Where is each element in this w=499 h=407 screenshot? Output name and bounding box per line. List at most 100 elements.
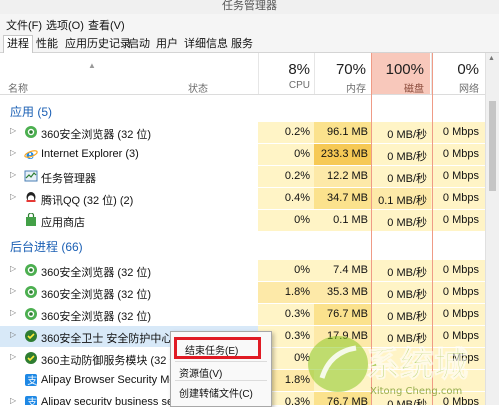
tab-strip: 进程 性能 应用历史记录 启动 用户 详细信息 服务	[0, 34, 499, 53]
table-row[interactable]: ▷ 360安全浏览器 (32 位) 0% 7.4 MB 0 MB/秒 0 Mbp…	[0, 260, 485, 281]
process-name: 360安全浏览器 (32 位)	[41, 289, 152, 301]
disk-value: 0 MB/秒	[387, 151, 427, 163]
net-value: 0 Mbps	[442, 214, 479, 226]
expand-chevron-icon[interactable]: ▷	[10, 396, 16, 405]
cpu-value: 0.4%	[284, 192, 310, 204]
disk-value: 0 MB/秒	[387, 399, 427, 405]
menu-bar: 文件(F) 选项(O) 查看(V)	[0, 14, 499, 34]
360browser-icon	[25, 308, 37, 320]
alipay-icon: 支	[25, 374, 37, 387]
360safe-icon	[25, 352, 37, 364]
cpu-value: 0.2%	[284, 126, 310, 138]
mem-total[interactable]: 70%	[316, 61, 366, 78]
menu-divider	[175, 380, 267, 381]
col-cpu[interactable]: CPU	[260, 80, 310, 91]
expand-chevron-icon[interactable]: ▷	[10, 126, 16, 135]
expand-chevron-icon[interactable]: ▷	[10, 264, 16, 273]
tab-details[interactable]: 详细信息	[180, 35, 232, 52]
expand-chevron-icon[interactable]: ▷	[10, 286, 16, 295]
net-value: 0 Mbps	[442, 170, 479, 182]
table-row[interactable]: 应用商店 0% 0.1 MB 0 MB/秒 0 Mbps	[0, 210, 485, 231]
column-header: ▲ 名称 状态 8% CPU 70% 内存 100% 磁盘 0% 网络	[0, 53, 485, 95]
disk-total[interactable]: 100%	[372, 61, 424, 78]
scroll-up-icon[interactable]: ▲	[488, 55, 495, 62]
table-row[interactable]: ▷ 360安全浏览器 (32 位) 1.8% 35.3 MB 0 MB/秒 0 …	[0, 282, 485, 303]
vertical-scrollbar[interactable]: ▲	[485, 53, 499, 405]
cpu-total[interactable]: 8%	[260, 61, 310, 78]
disk-value: 0 MB/秒	[387, 311, 427, 323]
svg-text:支: 支	[27, 375, 37, 387]
disk-value: 0 MB/秒	[387, 289, 427, 301]
sort-caret-icon: ▲	[88, 61, 96, 70]
table-row[interactable]: ▷ 360安全浏览器 (32 位) 0.3% 76.7 MB 0 MB/秒 0 …	[0, 304, 485, 325]
window-title: 任务管理器	[222, 0, 277, 12]
mem-value: 76.7 MB	[327, 396, 368, 405]
cpu-value: 0%	[294, 214, 310, 226]
net-value: 0 Mbps	[442, 308, 479, 320]
process-name: 360安全浏览器 (32 位)	[41, 129, 152, 141]
net-value: 0 Mbps	[442, 330, 479, 342]
process-name: 360主动防御服务模块 (32 位)	[41, 355, 185, 367]
menu-options[interactable]: 选项(O)	[46, 17, 84, 33]
mem-value: 233.3 MB	[320, 148, 368, 160]
expand-chevron-icon[interactable]: ▷	[10, 170, 16, 179]
mem-value: 0.1 MB	[333, 214, 368, 226]
cpu-value: 0%	[294, 264, 310, 276]
expand-chevron-icon[interactable]: ▷	[10, 308, 16, 317]
tab-users[interactable]: 用户	[152, 35, 182, 52]
menu-end-task[interactable]: 结束任务(E)	[185, 342, 238, 357]
col-status[interactable]: 状态	[188, 80, 208, 95]
net-value: 0 Mbps	[442, 286, 479, 298]
tab-startup[interactable]: 启动	[124, 35, 154, 52]
menu-resource-values[interactable]: 资源值(V)	[179, 365, 222, 380]
expand-chevron-icon[interactable]: ▷	[10, 330, 16, 339]
tab-processes[interactable]: 进程	[3, 35, 33, 53]
360browser-icon	[25, 264, 37, 276]
section-title-background: 后台进程 (66)	[10, 240, 83, 254]
qq-icon	[26, 192, 36, 202]
table-row[interactable]: ▷ 360安全浏览器 (32 位) 0.2% 96.1 MB 0 MB/秒 0 …	[0, 122, 485, 143]
mem-value: 7.4 MB	[333, 264, 368, 276]
process-name: 360安全浏览器 (32 位)	[41, 267, 152, 279]
col-disk[interactable]: 磁盘	[372, 80, 424, 95]
scroll-thumb[interactable]	[489, 101, 496, 191]
net-value: 0 Mbps	[442, 396, 479, 405]
col-net[interactable]: 网络	[431, 80, 479, 95]
360browser-icon	[25, 126, 37, 138]
net-total[interactable]: 0%	[431, 61, 479, 78]
svg-text:e: e	[26, 148, 34, 161]
col-mem[interactable]: 内存	[316, 80, 366, 95]
process-name: 应用商店	[41, 217, 85, 229]
disk-value: 0 MB/秒	[387, 217, 427, 229]
cpu-value: 1.8%	[284, 286, 310, 298]
col-name[interactable]: 名称	[8, 80, 28, 95]
table-row[interactable]: ▷ e Internet Explorer (3) 0% 233.3 MB 0 …	[0, 144, 485, 165]
svg-text:支: 支	[27, 397, 37, 405]
menu-file[interactable]: 文件(F)	[6, 17, 42, 33]
expand-chevron-icon[interactable]: ▷	[10, 148, 16, 157]
disk-value: 0.1 MB/秒	[378, 195, 427, 207]
tab-performance[interactable]: 性能	[32, 35, 62, 52]
disk-value: 0 MB/秒	[387, 333, 427, 345]
net-value: 0 Mbps	[442, 126, 479, 138]
taskmgr-icon	[24, 170, 38, 182]
tab-services[interactable]: 服务	[227, 35, 257, 52]
menu-divider	[175, 361, 267, 362]
360browser-icon	[25, 286, 37, 298]
mem-value: 17.9 MB	[327, 330, 368, 342]
process-name: 腾讯QQ (32 位) (2)	[41, 195, 134, 207]
title-bar: 任务管理器	[0, 0, 499, 15]
cpu-value: 0.3%	[284, 308, 310, 320]
menu-view[interactable]: 查看(V)	[88, 17, 125, 33]
disk-value: 0 MB/秒	[387, 267, 427, 279]
mem-value: 34.7 MB	[327, 192, 368, 204]
mem-value: 35.3 MB	[327, 286, 368, 298]
expand-chevron-icon[interactable]: ▷	[10, 352, 16, 361]
process-name: Alipay Browser Security Mo	[41, 374, 176, 386]
menu-create-dump[interactable]: 创建转储文件(C)	[179, 385, 253, 400]
disk-value: 0 MB/秒	[387, 173, 427, 185]
process-name: 任务管理器	[41, 173, 96, 185]
table-row[interactable]: ▷ 腾讯QQ (32 位) (2) 0.4% 34.7 MB 0.1 MB/秒 …	[0, 188, 485, 209]
table-row[interactable]: ▷ 任务管理器 0.2% 12.2 MB 0 MB/秒 0 Mbps	[0, 166, 485, 187]
expand-chevron-icon[interactable]: ▷	[10, 192, 16, 201]
